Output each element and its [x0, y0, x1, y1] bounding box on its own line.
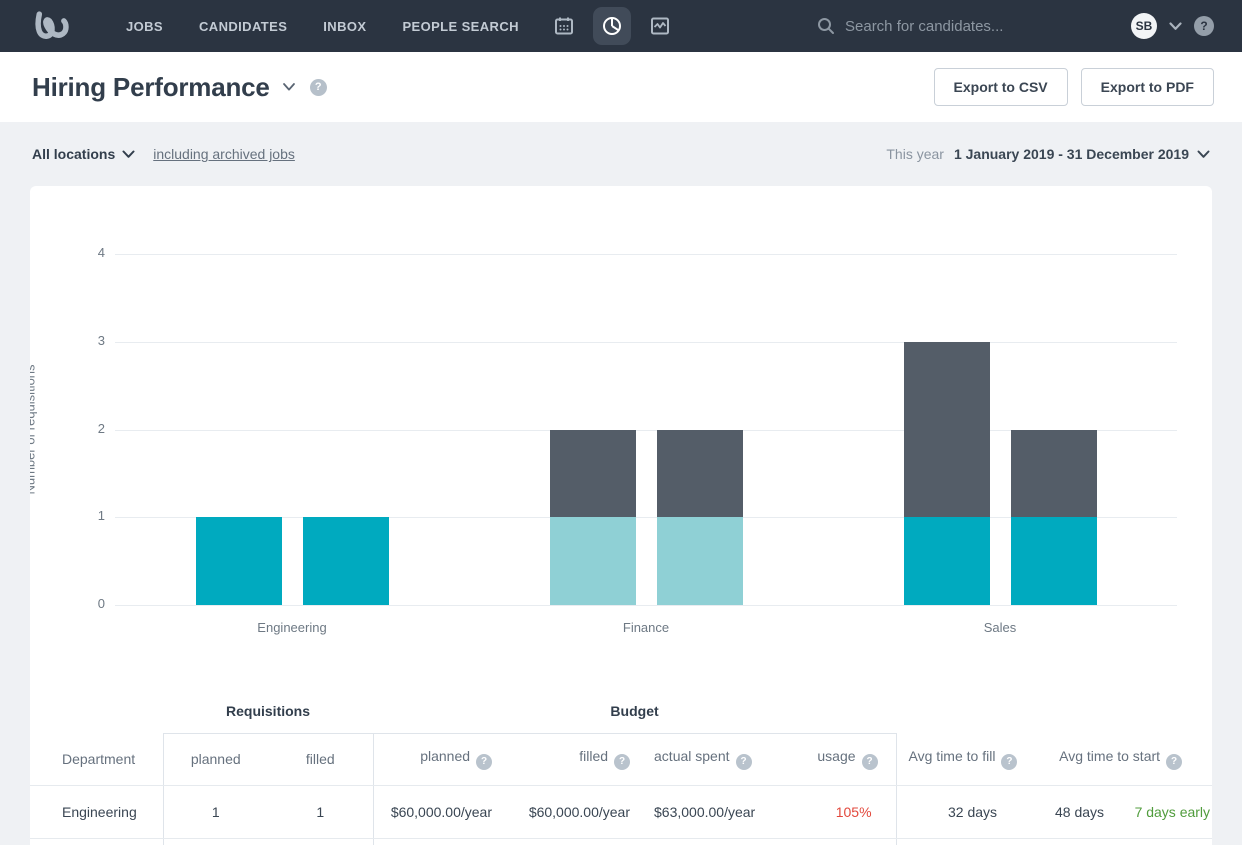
table-group-header-row: Requisitions Budget [30, 690, 1212, 733]
actual-spent-help-icon[interactable]: ? [735, 753, 752, 770]
location-filter-dropdown[interactable]: All locations [32, 146, 135, 162]
bar-sales-0[interactable] [903, 341, 990, 605]
activity-report-icon[interactable] [641, 7, 679, 45]
nav-right-group: SB ? [1131, 13, 1214, 39]
cell-start-note: 7 days early [1116, 785, 1212, 839]
bar-segment-teal [302, 517, 389, 605]
gridline [115, 341, 1177, 343]
calendar-icon[interactable] [545, 7, 583, 45]
bar-finance-1[interactable] [656, 429, 743, 605]
usage-help-icon[interactable]: ? [861, 753, 878, 770]
nav-icon-group [545, 7, 679, 45]
nav-item-inbox[interactable]: INBOX [323, 19, 366, 34]
requisitions-chart: Number of requisitions 0 1 2 3 4 Engineering F… [30, 186, 1212, 635]
col-header-avg-time-to-start: Avg time to start? [1021, 733, 1212, 786]
bar-finance-0[interactable] [549, 429, 636, 605]
bar-sales-1[interactable] [1010, 429, 1097, 605]
cell-req-filled: 1 [268, 785, 374, 839]
col-header-req-filled: filled [268, 732, 374, 786]
cell-avg-time-to-fill: 32 days [895, 785, 1022, 839]
y-tick-label: 0 [97, 596, 105, 611]
col-header-department: Department [30, 733, 163, 786]
account-chevron-down-icon[interactable] [1169, 21, 1182, 31]
title-help-icon[interactable]: ? [309, 78, 327, 96]
col-header-usage: usage? [763, 732, 897, 786]
x-axis-label-sales: Sales [983, 620, 1017, 635]
col-header-actual-spent: actual spent? [642, 732, 764, 786]
workable-logo[interactable] [30, 7, 74, 45]
report-card: Number of requisitions 0 1 2 3 4 Engineering F… [30, 186, 1212, 845]
avg-start-help-icon[interactable]: ? [1166, 753, 1183, 770]
archived-jobs-link[interactable]: including archived jobs [153, 146, 295, 162]
reports-pie-chart-icon[interactable] [592, 7, 631, 45]
nav-item-candidates[interactable]: CANDIDATES [199, 19, 287, 34]
date-range-chevron-down-icon [1197, 150, 1210, 158]
group-header-requisitions: Requisitions [226, 703, 311, 720]
bar-segment-teal [903, 517, 990, 605]
cell-usage: 105% [763, 785, 897, 839]
col-header-budget-filled: filled? [504, 732, 643, 786]
table-row-engineering: Engineering 1 1 $60,000.00/year $60,000.… [30, 785, 1212, 839]
cell-actual-spent: $63,000.00/year [642, 785, 764, 839]
report-switcher-chevron-icon[interactable] [282, 82, 296, 92]
bar-segment-slate [1010, 429, 1097, 518]
cell-department: Engineering [30, 785, 163, 839]
y-axis-title: Number of requisitions [30, 364, 38, 495]
y-tick-label: 3 [97, 332, 105, 348]
search-icon [818, 18, 834, 34]
x-axis-label-finance: Finance [622, 620, 670, 635]
nav-item-people-search[interactable]: PEOPLE SEARCH [402, 19, 518, 34]
filter-bar: All locations including archived jobs Th… [0, 122, 1242, 186]
bar-segment-teal [195, 517, 282, 605]
export-pdf-button[interactable]: Export to PDF [1080, 68, 1214, 106]
table-header-row: Department planned filled planned? fille… [30, 732, 1212, 786]
group-header-budget: Budget [610, 703, 659, 720]
period-label: This year [886, 146, 944, 162]
cell-req-planned: 1 [162, 785, 268, 839]
cell-avg-time-to-start: 48 days [1021, 785, 1117, 839]
bar-segment-teal [1010, 517, 1097, 605]
plot-area: Number of requisitions 0 1 2 3 4 Engineering F… [30, 245, 1177, 635]
col-header-budget-planned: planned? [372, 732, 505, 786]
export-csv-button[interactable]: Export to CSV [933, 68, 1068, 106]
candidate-search [817, 17, 1067, 35]
page-header: Hiring Performance ? Export to CSV Expor… [0, 52, 1242, 122]
table-row-partial [30, 838, 1212, 845]
budget-planned-help-icon[interactable]: ? [476, 753, 493, 770]
nav-help-icon[interactable]: ? [1194, 16, 1214, 36]
location-filter-label: All locations [32, 146, 116, 162]
bar-engineering-1[interactable] [302, 517, 389, 605]
date-range-value: 1 January 2019 - 31 December 2019 [953, 146, 1189, 162]
export-buttons: Export to CSV Export to PDF [933, 68, 1214, 106]
date-range-dropdown[interactable]: This year 1 January 2019 - 31 December 2… [886, 146, 1210, 162]
page-title: Hiring Performance [32, 71, 270, 102]
search-input[interactable] [845, 17, 1055, 35]
y-tick-label: 1 [97, 508, 105, 524]
y-tick-label: 4 [97, 245, 105, 260]
gridline [115, 254, 1177, 255]
bar-segment-slate [903, 341, 990, 518]
performance-table: Requisitions Budget Department planned f… [30, 690, 1212, 845]
col-header-req-planned: planned [162, 732, 268, 786]
cell-budget-planned: $60,000.00/year [372, 785, 505, 839]
nav-menu: JOBS CANDIDATES INBOX PEOPLE SEARCH [126, 19, 519, 34]
y-tick-label: 2 [97, 420, 105, 436]
avg-fill-help-icon[interactable]: ? [1001, 753, 1018, 770]
x-axis-label-engineering: Engineering [257, 620, 327, 635]
top-nav: JOBS CANDIDATES INBOX PEOPLE SEARCH Sear… [0, 0, 1242, 52]
budget-filled-help-icon[interactable]: ? [614, 753, 631, 770]
avatar[interactable]: SB [1131, 13, 1157, 39]
bar-engineering-0[interactable] [195, 517, 282, 605]
bar-segment-slate [549, 429, 636, 518]
nav-item-jobs[interactable]: JOBS [126, 19, 163, 34]
bar-segment-light_teal [656, 517, 743, 605]
gridline [115, 605, 1177, 606]
bar-segment-slate [656, 429, 743, 518]
location-chevron-down-icon [122, 150, 135, 158]
col-header-avg-time-to-fill: Avg time to fill? [895, 733, 1022, 786]
bar-segment-light_teal [549, 517, 636, 605]
cell-budget-filled: $60,000.00/year [504, 785, 643, 839]
